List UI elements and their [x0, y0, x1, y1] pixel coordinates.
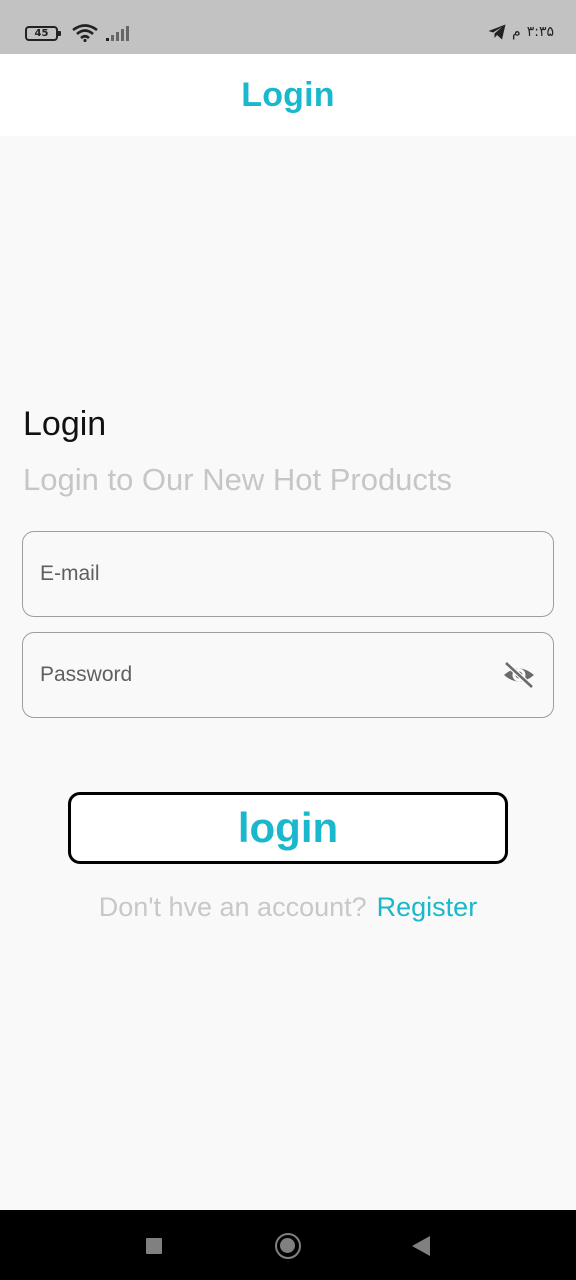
navigation-bar [0, 1210, 576, 1280]
home-icon[interactable] [275, 1233, 301, 1259]
status-right: م ۳:۳۵ [488, 24, 554, 40]
battery-level: 45 [34, 27, 49, 39]
login-button[interactable]: login [68, 792, 508, 864]
meridiem: م [512, 24, 521, 40]
app-bar-title: Login [241, 75, 335, 114]
email-field-label: E-mail [40, 562, 100, 585]
status-time: ۳:۳۵ [526, 24, 554, 40]
status-left: 45 [25, 24, 132, 42]
status-bar: 45 م ۳:۳۵ [0, 0, 576, 54]
telegram-icon [488, 24, 506, 40]
email-field[interactable]: E-mail [22, 531, 554, 617]
register-link[interactable]: Register [377, 892, 478, 922]
signal-icon [106, 26, 129, 41]
password-field-label: Password [40, 663, 133, 686]
form-heading: Login [23, 405, 107, 443]
password-field[interactable]: Password [22, 632, 554, 718]
account-prompt: Don't hve an account? [98, 892, 367, 922]
login-button-label: login [237, 804, 339, 851]
register-row: Don't hve an account? Register [0, 892, 576, 923]
battery-icon: 45 [25, 25, 61, 41]
eye-off-icon[interactable] [502, 660, 536, 690]
back-icon[interactable] [412, 1236, 430, 1256]
form-subheading: Login to Our New Hot Products [23, 462, 453, 497]
wifi-icon [72, 24, 98, 42]
recents-icon[interactable] [146, 1238, 162, 1254]
app-bar: Login [0, 54, 576, 136]
